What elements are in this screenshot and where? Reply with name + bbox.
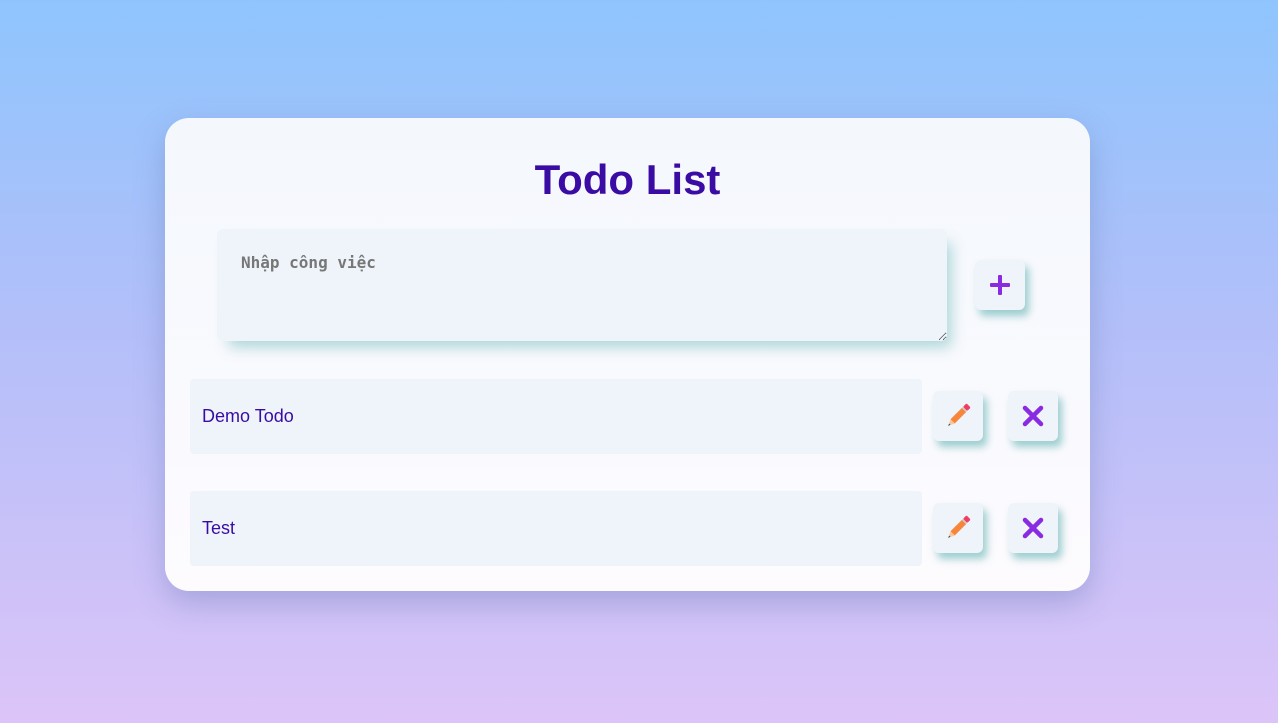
- todo-card: Todo List Demo Todo: [165, 118, 1090, 591]
- todo-item-text: Test: [202, 518, 236, 538]
- add-todo-button[interactable]: [975, 260, 1025, 310]
- todo-item: Test: [190, 491, 922, 566]
- edit-todo-button[interactable]: [933, 503, 983, 553]
- todo-item-text: Demo Todo: [202, 406, 294, 426]
- pencil-icon: [944, 514, 972, 542]
- page-title: Todo List: [534, 156, 721, 203]
- todo-input[interactable]: [217, 229, 947, 341]
- todo-item: Demo Todo: [190, 379, 922, 454]
- pencil-icon: [944, 402, 972, 430]
- delete-todo-button[interactable]: [1008, 503, 1058, 553]
- close-icon: [1022, 405, 1044, 427]
- plus-icon: [989, 274, 1011, 296]
- edit-todo-button[interactable]: [933, 391, 983, 441]
- delete-todo-button[interactable]: [1008, 391, 1058, 441]
- close-icon: [1022, 517, 1044, 539]
